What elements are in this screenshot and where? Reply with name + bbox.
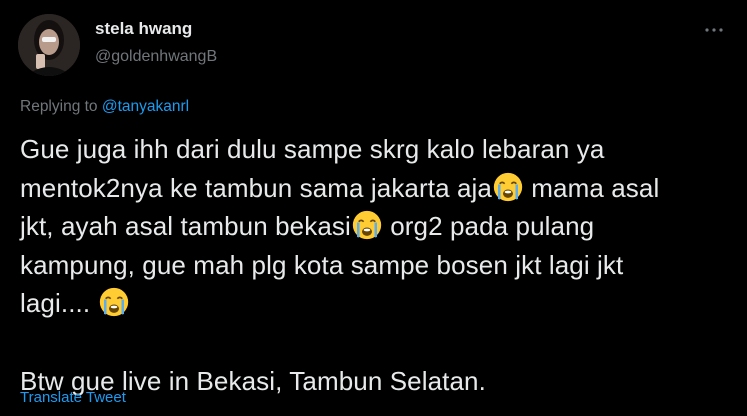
loudly-crying-face-icon	[352, 211, 382, 240]
replying-to-label: Replying to	[20, 98, 98, 115]
translate-tweet-link[interactable]: Translate Tweet	[20, 389, 126, 406]
replying-to: Replying to @tanyakanrl	[20, 98, 189, 116]
tweet-line: jkt, ayah asal tambun bekasi org2 pada p…	[20, 207, 735, 246]
author-handle[interactable]: @goldenhwangB	[95, 48, 217, 66]
avatar-photo-icon	[18, 14, 80, 76]
tweet-text-segment: jkt, ayah asal tambun bekasi	[20, 211, 351, 242]
more-options-button[interactable]	[700, 20, 728, 40]
tweet-line: Btw gue live in Bekasi, Tambun Selatan.	[20, 365, 486, 396]
tweet-text: Gue juga ihh dari dulu sampe skrg kalo l…	[20, 130, 735, 400]
loudly-crying-face-icon	[493, 172, 523, 201]
tweet-card: stela hwang @goldenhwangB Replying to @t…	[0, 0, 747, 416]
tweet-text-segment: mentok2nya ke tambun sama jakarta aja	[20, 172, 492, 203]
tweet-line: mentok2nya ke tambun sama jakarta aja ma…	[20, 169, 735, 208]
tweet-text-segment: org2 pada pulang	[382, 211, 595, 242]
author-name[interactable]: stela hwang	[95, 19, 192, 39]
tweet-line: kampung, gue mah plg kota sampe bosen jk…	[20, 249, 624, 280]
tweet-line: lagi....	[20, 284, 735, 323]
tweet-text-segment: mama asal	[523, 172, 660, 203]
mention-link[interactable]: @tanyakanrl	[102, 98, 189, 115]
avatar[interactable]	[18, 14, 80, 76]
loudly-crying-face-icon	[99, 288, 128, 317]
tweet-text-segment: lagi....	[20, 288, 98, 319]
tweet-line: Gue juga ihh dari dulu sampe skrg kalo l…	[20, 134, 605, 164]
more-horizontal-icon	[705, 28, 723, 32]
